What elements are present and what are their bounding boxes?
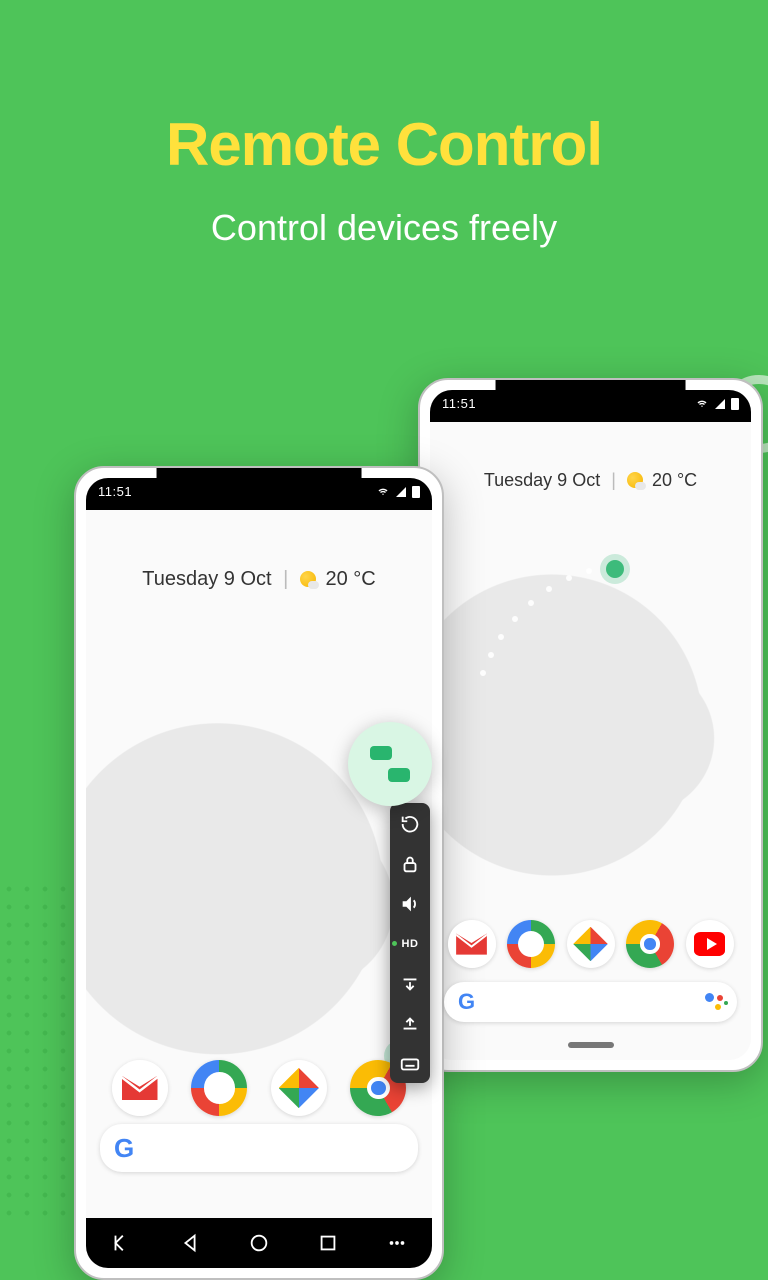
date-text: Tuesday 9 Oct: [142, 568, 271, 590]
app-dock: [430, 920, 751, 968]
separator: |: [283, 568, 288, 590]
remote-toolbar: HD: [390, 803, 430, 1083]
touch-trail: [480, 540, 640, 680]
date-weather-row: Tuesday 9 Oct | 20 °C: [430, 470, 751, 491]
toolbar-lock-button[interactable]: [399, 853, 421, 875]
nav-hide-button[interactable]: [110, 1232, 132, 1254]
wifi-icon: [695, 398, 709, 410]
battery-icon: [412, 486, 420, 498]
gmail-icon[interactable]: [448, 920, 496, 968]
date-text: Tuesday 9 Oct: [484, 470, 600, 490]
status-icons: [372, 486, 420, 498]
hero-subtitle: Control devices freely: [0, 207, 768, 249]
app-dock: [86, 1060, 432, 1116]
battery-icon: [731, 398, 739, 410]
nav-pill[interactable]: [568, 1042, 614, 1048]
search-bar[interactable]: G: [100, 1124, 418, 1172]
signal-icon: [713, 398, 727, 410]
toolbar-hd-button[interactable]: HD: [399, 933, 421, 955]
weather-icon: [300, 571, 316, 587]
hero-title: Remote Control: [0, 110, 768, 179]
gmail-icon[interactable]: [112, 1060, 168, 1116]
phone-screen-front: 11:51 Tuesday 9 Oct | 20 °C: [86, 478, 432, 1268]
temp-text: 20 °C: [325, 568, 375, 590]
google-logo: G: [114, 1133, 134, 1164]
toolbar-keyboard-button[interactable]: [399, 1053, 421, 1075]
toolbar-volume-button[interactable]: [399, 893, 421, 915]
google-logo: G: [458, 989, 475, 1015]
weather-icon: [627, 472, 643, 488]
remote-fab[interactable]: [348, 722, 432, 806]
maps-icon[interactable]: [191, 1060, 247, 1116]
status-time: 11:51: [98, 484, 132, 499]
assistant-icon[interactable]: [705, 993, 723, 1011]
phone-mock-front: 11:51 Tuesday 9 Oct | 20 °C: [74, 466, 444, 1280]
hd-label: HD: [402, 938, 419, 950]
youtube-icon[interactable]: [686, 920, 734, 968]
date-weather-row: Tuesday 9 Oct | 20 °C: [86, 568, 432, 591]
nav-home-button[interactable]: [248, 1232, 270, 1254]
touch-indicator: [606, 560, 624, 578]
hero: Remote Control Control devices freely: [0, 0, 768, 249]
nav-recent-button[interactable]: [317, 1232, 339, 1254]
maps-icon[interactable]: [507, 920, 555, 968]
swap-devices-icon: [370, 744, 410, 784]
chrome-icon[interactable]: [626, 920, 674, 968]
toolbar-swipe-up-button[interactable]: [399, 1013, 421, 1035]
photos-icon[interactable]: [567, 920, 615, 968]
phone-mock-back: 11:51 Tuesday 9 Oct | 20 °C: [418, 378, 763, 1072]
wifi-icon: [376, 486, 390, 498]
photos-icon[interactable]: [271, 1060, 327, 1116]
separator: |: [611, 470, 616, 490]
toolbar-swipe-down-button[interactable]: [399, 973, 421, 995]
notch: [495, 380, 686, 410]
phone-screen-back: 11:51 Tuesday 9 Oct | 20 °C: [430, 390, 751, 1060]
nav-back-button[interactable]: [179, 1232, 201, 1254]
notch: [157, 468, 362, 498]
soft-nav-bar: [86, 1218, 432, 1268]
active-dot: [392, 941, 397, 946]
signal-icon: [394, 486, 408, 498]
nav-more-button[interactable]: [386, 1232, 408, 1254]
search-bar[interactable]: G: [444, 982, 737, 1022]
temp-text: 20 °C: [652, 470, 697, 490]
status-time: 11:51: [442, 396, 476, 411]
toolbar-rotate-button[interactable]: [399, 813, 421, 835]
status-icons: [691, 398, 739, 410]
